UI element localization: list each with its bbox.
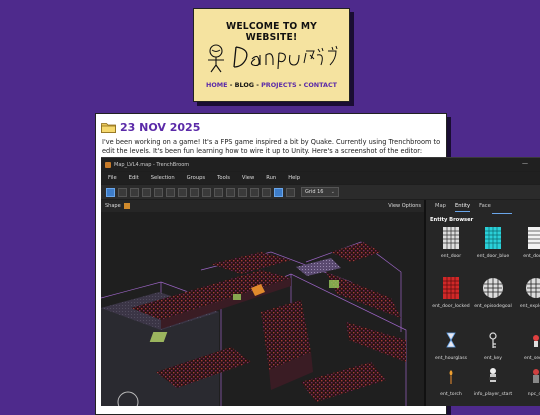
tab-underline <box>492 213 512 214</box>
grid-size-select: Grid 16 ⌄ <box>301 187 339 197</box>
tool-icon <box>166 187 175 197</box>
entity-panel: Map Entity Face Entity Browser ent_door … <box>426 200 540 406</box>
entity-label: npc_de <box>527 392 540 397</box>
entity-label: ent_door_p <box>523 254 540 259</box>
entity-item: ent_key <box>471 328 515 361</box>
tool-icon <box>178 187 187 197</box>
shape-label: Shape <box>105 203 121 209</box>
nav-separator: - <box>227 81 235 89</box>
tab-map: Map <box>435 203 446 209</box>
viewport-header: Shape View Options <box>101 200 424 212</box>
nav-blog-link[interactable]: BLOG <box>235 81 254 89</box>
red-door-icon <box>443 277 459 299</box>
nav-separator: - <box>296 81 304 89</box>
post-body: I've been working on a game! It's a FPS … <box>102 138 441 155</box>
entity-label: ent_exploding <box>519 304 540 309</box>
signature-logo <box>208 44 338 73</box>
tool-icon <box>286 187 295 197</box>
entity-label: ent_door <box>440 254 462 259</box>
entity-browser-title: Entity Browser <box>430 217 474 223</box>
hourglass-icon <box>446 332 456 348</box>
entity-item: ent_door <box>429 226 473 259</box>
folder-icon <box>101 122 116 133</box>
door-icon <box>443 227 459 249</box>
menu-run: Run <box>266 175 277 181</box>
header-card: WELCOME TO MY WEBSITE! HOME - BLOG - PRO… <box>193 8 350 102</box>
menu-file: File <box>108 175 117 181</box>
cage-icon <box>483 278 503 298</box>
select-tool-icon <box>106 187 115 197</box>
door-icon <box>528 227 540 249</box>
entity-item: ent_secret <box>514 328 540 361</box>
nav-projects-link[interactable]: PROJECTS <box>261 81 296 89</box>
npc-icon <box>533 369 539 383</box>
entity-label: ent_door_blue <box>476 254 510 259</box>
post-date: 23 NOV 2025 <box>120 120 201 134</box>
editor-screenshot: Map_LVL4.map - TrenchBroom — File Edit S… <box>101 157 540 406</box>
menu-tools: Tools <box>217 175 230 181</box>
minimize-icon: — <box>522 160 528 167</box>
nav-home-link[interactable]: HOME <box>206 81 228 89</box>
entity-label: ent_episodegoal <box>474 304 512 309</box>
brush-tool-icon <box>118 187 127 197</box>
entity-label: ent_hourglass <box>434 356 468 361</box>
grid-size-value: Grid 16 <box>305 189 324 195</box>
chevron-down-icon: ⌄ <box>330 189 335 195</box>
cage-icon <box>526 278 540 298</box>
secret-icon <box>533 335 539 347</box>
tool-icon <box>262 187 271 197</box>
trenchbroom-icon <box>105 161 111 168</box>
menu-selection: Selection <box>150 175 175 181</box>
torch-icon <box>449 370 453 384</box>
editor-titlebar: Map_LVL4.map - TrenchBroom — <box>101 158 540 171</box>
nav-contact-link[interactable]: CONTACT <box>304 81 337 89</box>
level-geometry-render <box>101 212 424 406</box>
entity-item: ent_door_p <box>514 226 540 259</box>
entity-label: ent_door_locked <box>432 304 470 309</box>
post-date-heading: 23 NOV 2025 <box>101 120 200 134</box>
editor-window-title: Map_LVL4.map - TrenchBroom <box>114 161 190 168</box>
main-nav: HOME - BLOG - PROJECTS - CONTACT <box>194 81 349 89</box>
tool-icon <box>190 187 199 197</box>
tool-icon <box>250 187 259 197</box>
menu-view: View <box>241 175 255 181</box>
entity-item: npc_de <box>514 364 540 397</box>
tool-icon <box>214 187 223 197</box>
menu-help: Help <box>288 175 301 181</box>
entity-label: ent_key <box>484 356 502 361</box>
editor-toolbar: Grid 16 ⌄ <box>101 185 540 199</box>
tool-icon <box>142 187 151 197</box>
player-icon <box>489 368 497 382</box>
entity-item: ent_door_locked <box>429 276 473 309</box>
3d-viewport <box>101 212 424 406</box>
entity-label: ent_torch <box>440 392 462 397</box>
entity-item: info_player_start <box>471 364 515 397</box>
entity-item: ent_hourglass <box>429 328 473 361</box>
tool-icon <box>130 187 139 197</box>
key-icon <box>489 332 497 348</box>
entity-item: ent_door_blue <box>471 226 515 259</box>
view-options-label: View Options <box>388 203 421 209</box>
entity-label: info_player_start <box>473 392 513 397</box>
entity-item: ent_episodegoal <box>471 276 515 309</box>
tab-face: Face <box>479 203 491 209</box>
tool-icon <box>226 187 235 197</box>
entity-label: ent_secret <box>524 356 540 361</box>
blue-door-icon <box>485 227 501 249</box>
tab-entity: Entity <box>454 203 471 212</box>
tool-icon <box>238 187 247 197</box>
grid-toggle-icon <box>274 187 283 197</box>
panel-tabs: Map Entity Face <box>426 200 540 214</box>
entity-item: ent_torch <box>429 364 473 397</box>
editor-menubar: File Edit Selection Groups Tools View Ru… <box>101 172 540 184</box>
menu-groups: Groups <box>186 175 206 181</box>
tool-icon <box>202 187 211 197</box>
shape-icon <box>123 203 130 209</box>
menu-edit: Edit <box>128 175 139 181</box>
entity-item: ent_exploding <box>514 276 540 309</box>
tool-icon <box>154 187 163 197</box>
